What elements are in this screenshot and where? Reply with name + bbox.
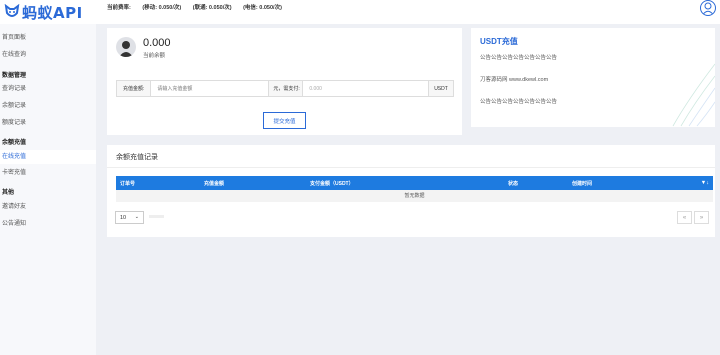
ant-logo-icon bbox=[4, 4, 20, 17]
table-empty-row: 暂无数据 bbox=[116, 190, 713, 202]
logo[interactable]: 蚂蚁API bbox=[4, 2, 83, 22]
rates-bar: 当前费率: (移动: 0.050/次) (联通: 0.050/次) (电信: 0… bbox=[107, 3, 292, 11]
col-recharge-amount[interactable]: 充值金额 bbox=[204, 180, 224, 187]
notice-line-3: 公告公告公告公告公告公告公告 bbox=[480, 99, 558, 105]
sidebar-item-invite-friends[interactable]: 邀请好友 bbox=[0, 200, 96, 214]
prev-page-button[interactable]: « bbox=[677, 211, 692, 224]
top-bar: 蚂蚁API 当前费率: (移动: 0.050/次) (联通: 0.050/次) … bbox=[0, 0, 720, 24]
amount-input[interactable]: 请输入充值金额 bbox=[151, 81, 270, 96]
profile-avatar-icon bbox=[116, 37, 136, 57]
sidebar-section-data: 数据管理 bbox=[2, 73, 27, 79]
chevron-down-icon: ⌄ bbox=[134, 214, 139, 220]
pagination: « » bbox=[675, 211, 709, 224]
records-title: 余额充值记录 bbox=[116, 154, 158, 161]
sidebar-section-recharge: 余额充值 bbox=[2, 140, 27, 146]
sidebar-item-online-recharge[interactable]: 在线充值 bbox=[0, 150, 96, 164]
pay-amount-field: 0.000 bbox=[303, 81, 429, 96]
col-created-time[interactable]: 创建时间 bbox=[572, 180, 592, 187]
logo-text: 蚂蚁API bbox=[22, 3, 83, 22]
rate-telecom: (电信: 0.050/次) bbox=[243, 5, 282, 11]
sidebar-item-online-query[interactable]: 在线查询 bbox=[0, 48, 96, 62]
rate-unicom: (联通: 0.050/次) bbox=[192, 5, 232, 11]
amount-label: 充值金额: bbox=[117, 81, 152, 96]
usdt-card: USDT充值 公告公告公告公告公告公告公告 刀客源码网 www.dkewl.co… bbox=[471, 28, 715, 127]
unit-label: USDT bbox=[429, 81, 453, 96]
page-size-select[interactable]: 10 ⌄ bbox=[115, 211, 144, 224]
sidebar-item-balance-records[interactable]: 余额记录 bbox=[0, 99, 96, 113]
balance-value: 0.000 bbox=[143, 37, 171, 49]
submit-recharge-button[interactable]: 提交充值 bbox=[263, 112, 306, 129]
user-avatar-icon[interactable] bbox=[700, 0, 716, 16]
page-size-value: 10 bbox=[120, 214, 127, 221]
sidebar-item-card-recharge[interactable]: 卡密充值 bbox=[0, 166, 96, 180]
column-toggle-icon[interactable]: ▼↓ bbox=[701, 180, 709, 186]
notice-line-1: 公告公告公告公告公告公告公告 bbox=[480, 55, 558, 61]
next-page-button[interactable]: » bbox=[694, 211, 709, 224]
balance-label: 当前余额 bbox=[143, 53, 166, 59]
divider bbox=[107, 167, 715, 168]
usdt-title: USDT充值 bbox=[480, 37, 518, 46]
decorative-wave bbox=[672, 63, 715, 127]
rate-mobile: (移动: 0.050/次) bbox=[142, 5, 182, 11]
col-order-no[interactable]: 订单号 bbox=[120, 180, 135, 187]
sidebar: 首页面板 在线查询 数据管理 查询记录 余额记录 额度记录 余额充值 在线充值 … bbox=[0, 24, 96, 355]
sidebar-item-dashboard[interactable]: 首页面板 bbox=[0, 31, 96, 45]
col-pay-amount[interactable]: 支付金额（USDT） bbox=[310, 180, 354, 187]
sidebar-item-quota-records[interactable]: 额度记录 bbox=[0, 116, 96, 130]
notice-line-2: 刀客源码网 www.dkewl.com bbox=[480, 77, 549, 83]
sidebar-section-other: 其他 bbox=[2, 190, 15, 196]
pay-label: 元，需支付: bbox=[269, 81, 304, 96]
table-header: 订单号 充值金额 支付金额（USDT） 状态 创建时间 ▼↓ bbox=[116, 176, 713, 190]
col-status[interactable]: 状态 bbox=[508, 180, 518, 187]
records-card: 余额充值记录 订单号 充值金额 支付金额（USDT） 状态 创建时间 ▼↓ 暂无… bbox=[107, 145, 715, 237]
sidebar-item-notices[interactable]: 公告通知 bbox=[0, 217, 96, 231]
rates-label: 当前费率: bbox=[107, 5, 131, 11]
sidebar-item-query-records[interactable]: 查询记录 bbox=[0, 82, 96, 96]
recharge-form: 充值金额: 请输入充值金额 元，需支付: 0.000 USDT bbox=[116, 80, 454, 97]
page-info-placeholder bbox=[149, 215, 164, 218]
